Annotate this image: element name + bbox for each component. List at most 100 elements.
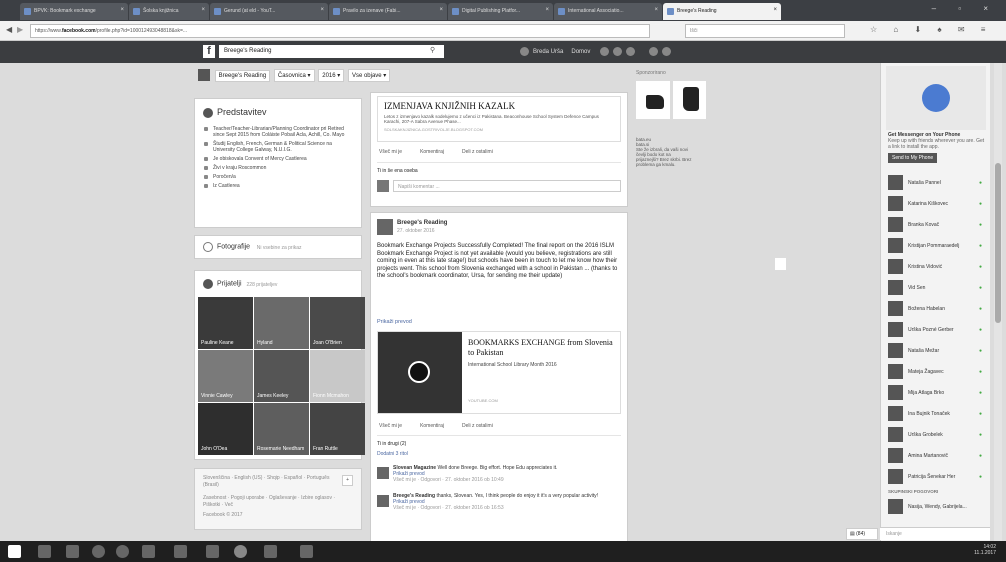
photos-card[interactable]: Fotografije Ni vsebine za prikaz xyxy=(194,235,362,259)
browser-tab[interactable]: Pravilo za izenave (Fabi... × xyxy=(329,3,447,20)
avatar[interactable] xyxy=(377,219,393,235)
close-icon[interactable]: × xyxy=(439,7,443,13)
avatar[interactable] xyxy=(377,467,389,479)
close-icon[interactable]: × xyxy=(545,7,549,13)
play-icon[interactable] xyxy=(408,361,430,383)
store-icon[interactable] xyxy=(66,545,79,558)
share-button[interactable]: Deli z ostalimi xyxy=(462,149,493,155)
chat-friend[interactable]: Kristijan Pommaraedelj ● xyxy=(888,238,988,254)
language-links[interactable]: Slovenščina · English (US) · Shqip · Esp… xyxy=(203,475,333,489)
chat-friend[interactable]: Urška Grobelek ● xyxy=(888,427,988,443)
friend-tile[interactable]: Hyland xyxy=(254,297,309,349)
chat-friend[interactable]: Nataša Pannel ● xyxy=(888,175,988,191)
firefox-icon[interactable] xyxy=(234,545,247,558)
nav-profile-link[interactable]: Breda Urša xyxy=(533,49,563,55)
file-explorer-icon[interactable] xyxy=(38,545,51,558)
facebook-logo-icon[interactable]: f xyxy=(203,45,215,58)
chat-friend[interactable]: Ina Bujnik Tonaček ● xyxy=(888,406,988,422)
friend-tile[interactable]: Fionn Mcmahon xyxy=(310,350,365,402)
more-comments-link[interactable]: Dodatni 3 ritol xyxy=(377,451,408,457)
close-icon[interactable]: × xyxy=(773,7,777,13)
comment-button[interactable]: Komentiraj xyxy=(420,149,444,155)
browser-tab[interactable]: International Associatio... × xyxy=(554,3,662,20)
chat-friend[interactable]: Vid Sen ● xyxy=(888,280,988,296)
share-button[interactable]: Deli z ostalimi xyxy=(462,423,493,429)
nav-home-link[interactable]: Domov xyxy=(571,49,590,55)
excel-icon[interactable] xyxy=(142,545,155,558)
close-icon[interactable]: × xyxy=(201,7,205,13)
help-icon[interactable] xyxy=(649,47,659,56)
comment-meta[interactable]: Všeč mi je · Odgovori · 27. oktober 2016… xyxy=(393,505,619,511)
timeline-dropdown[interactable]: Časovnica ▾ xyxy=(273,69,315,82)
messages-icon[interactable] xyxy=(613,47,623,56)
year-dropdown[interactable]: 2016 ▾ xyxy=(318,69,345,82)
link-preview[interactable]: IZMENJAVA KNJIŽNIH KAZALK Letos z izmenj… xyxy=(377,96,621,142)
browser-search-input[interactable]: Išči xyxy=(685,24,845,38)
browser-tab-active[interactable]: Breege's Reading × xyxy=(663,3,781,20)
close-icon[interactable]: × xyxy=(654,7,658,13)
powerpoint-icon[interactable] xyxy=(206,545,219,558)
chat-friend[interactable]: Mateja Žagavec ● xyxy=(888,364,988,380)
chat-friend[interactable]: Branka Kovač ● xyxy=(888,217,988,233)
browser-tab[interactable]: Digital Publishing Platfor... × xyxy=(448,3,553,20)
translate-link[interactable]: Prikaži prevod xyxy=(377,319,412,325)
like-button[interactable]: Všeč mi je xyxy=(379,149,402,155)
friend-tile[interactable]: Rosemarie Needham xyxy=(254,403,309,455)
system-clock[interactable]: 14:02 11.1.2017 xyxy=(974,544,996,556)
chat-friend[interactable]: Mija Atlaga Brko ● xyxy=(888,385,988,401)
likes-summary[interactable]: Ti in še ena oseba xyxy=(377,162,621,174)
boot-image[interactable] xyxy=(636,81,670,119)
browser-tab[interactable]: Gerund (at eld - YouT... × xyxy=(210,3,328,20)
notifications-icon[interactable] xyxy=(626,47,636,56)
video-thumbnail[interactable] xyxy=(378,332,462,413)
friend-tile[interactable]: Joan O'Brien xyxy=(310,297,365,349)
browser-tab[interactable]: Šolska knjižnica × xyxy=(129,3,209,20)
view-dropdown[interactable]: Vse objave ▾ xyxy=(347,69,391,82)
url-bar[interactable]: https://www.facebook.com/profile.php?id=… xyxy=(30,24,650,38)
footer-links[interactable]: Zasebnost · Pogoji uporabe · Oglaševanje… xyxy=(203,495,353,509)
word-icon[interactable] xyxy=(174,545,187,558)
app-icon[interactable] xyxy=(264,545,277,558)
friend-tile[interactable]: James Keeley xyxy=(254,350,309,402)
chat-friend[interactable]: Amina Martanovič ● xyxy=(888,448,988,464)
avatar[interactable] xyxy=(520,47,529,56)
add-language-button[interactable]: + xyxy=(342,475,353,486)
chat-friend[interactable]: Patricija Šenekar Her ● xyxy=(888,469,988,485)
close-icon[interactable]: × xyxy=(120,7,124,13)
chat-friend[interactable]: Katarina Kiškovec ● xyxy=(888,196,988,212)
friend-requests-icon[interactable] xyxy=(600,47,610,56)
scrollbar-thumb[interactable] xyxy=(995,163,1001,323)
browser-tab[interactable]: BPVK: Bookmark exchange × xyxy=(20,3,128,20)
like-button[interactable]: Všeč mi je xyxy=(379,423,402,429)
group-chat[interactable]: Nasija, Wendy, Gabrijela... xyxy=(888,499,988,515)
chat-friend[interactable]: Urška Pozné Gerber ● xyxy=(888,322,988,338)
chat-friend[interactable]: Božena Habelan ● xyxy=(888,301,988,317)
start-icon[interactable] xyxy=(8,545,21,558)
boot-image[interactable] xyxy=(672,81,706,119)
chat-friend[interactable]: Nataša Mežar ● xyxy=(888,343,988,359)
edge-icon[interactable] xyxy=(92,545,105,558)
account-menu-icon[interactable] xyxy=(662,47,672,56)
friend-tile[interactable]: Vinnie Cawley xyxy=(198,350,253,402)
friends-title[interactable]: Prijatelji xyxy=(217,281,242,288)
chat-status-button[interactable]: ▤ (84) xyxy=(846,528,878,540)
app-icon[interactable] xyxy=(300,545,313,558)
send-to-phone-button[interactable]: Send to My Phone xyxy=(888,153,938,163)
friend-tile[interactable]: John O'Dea xyxy=(198,403,253,455)
video-preview[interactable]: BOOKMARKS EXCHANGE from Slovenia to Paki… xyxy=(377,331,621,414)
scrollbar[interactable] xyxy=(994,63,1002,541)
page-name-button[interactable]: Breege's Reading xyxy=(214,70,271,82)
facebook-search-input[interactable]: Breege's Reading xyxy=(219,45,444,58)
chat-friend[interactable]: Kristina Vidović ● xyxy=(888,259,988,275)
likes-summary[interactable]: Ti in drugi (2) xyxy=(377,435,621,447)
friend-tile[interactable]: Fran Ruttle xyxy=(310,403,365,455)
forward-icon[interactable]: ▶ xyxy=(17,25,23,34)
chat-search-input[interactable]: Iskanje xyxy=(880,527,990,540)
ad-images[interactable] xyxy=(636,81,706,119)
friend-tile[interactable]: Pauline Keane xyxy=(198,297,253,349)
comment-button[interactable]: Komentiraj xyxy=(420,423,444,429)
comment-meta[interactable]: Všeč mi je · Odgovori · 27. oktober 2016… xyxy=(393,477,619,483)
back-icon[interactable]: ◀ xyxy=(6,25,12,34)
post-date[interactable]: 27. oktober 2016 xyxy=(397,228,435,234)
search-icon[interactable]: ⚲ xyxy=(430,46,435,54)
